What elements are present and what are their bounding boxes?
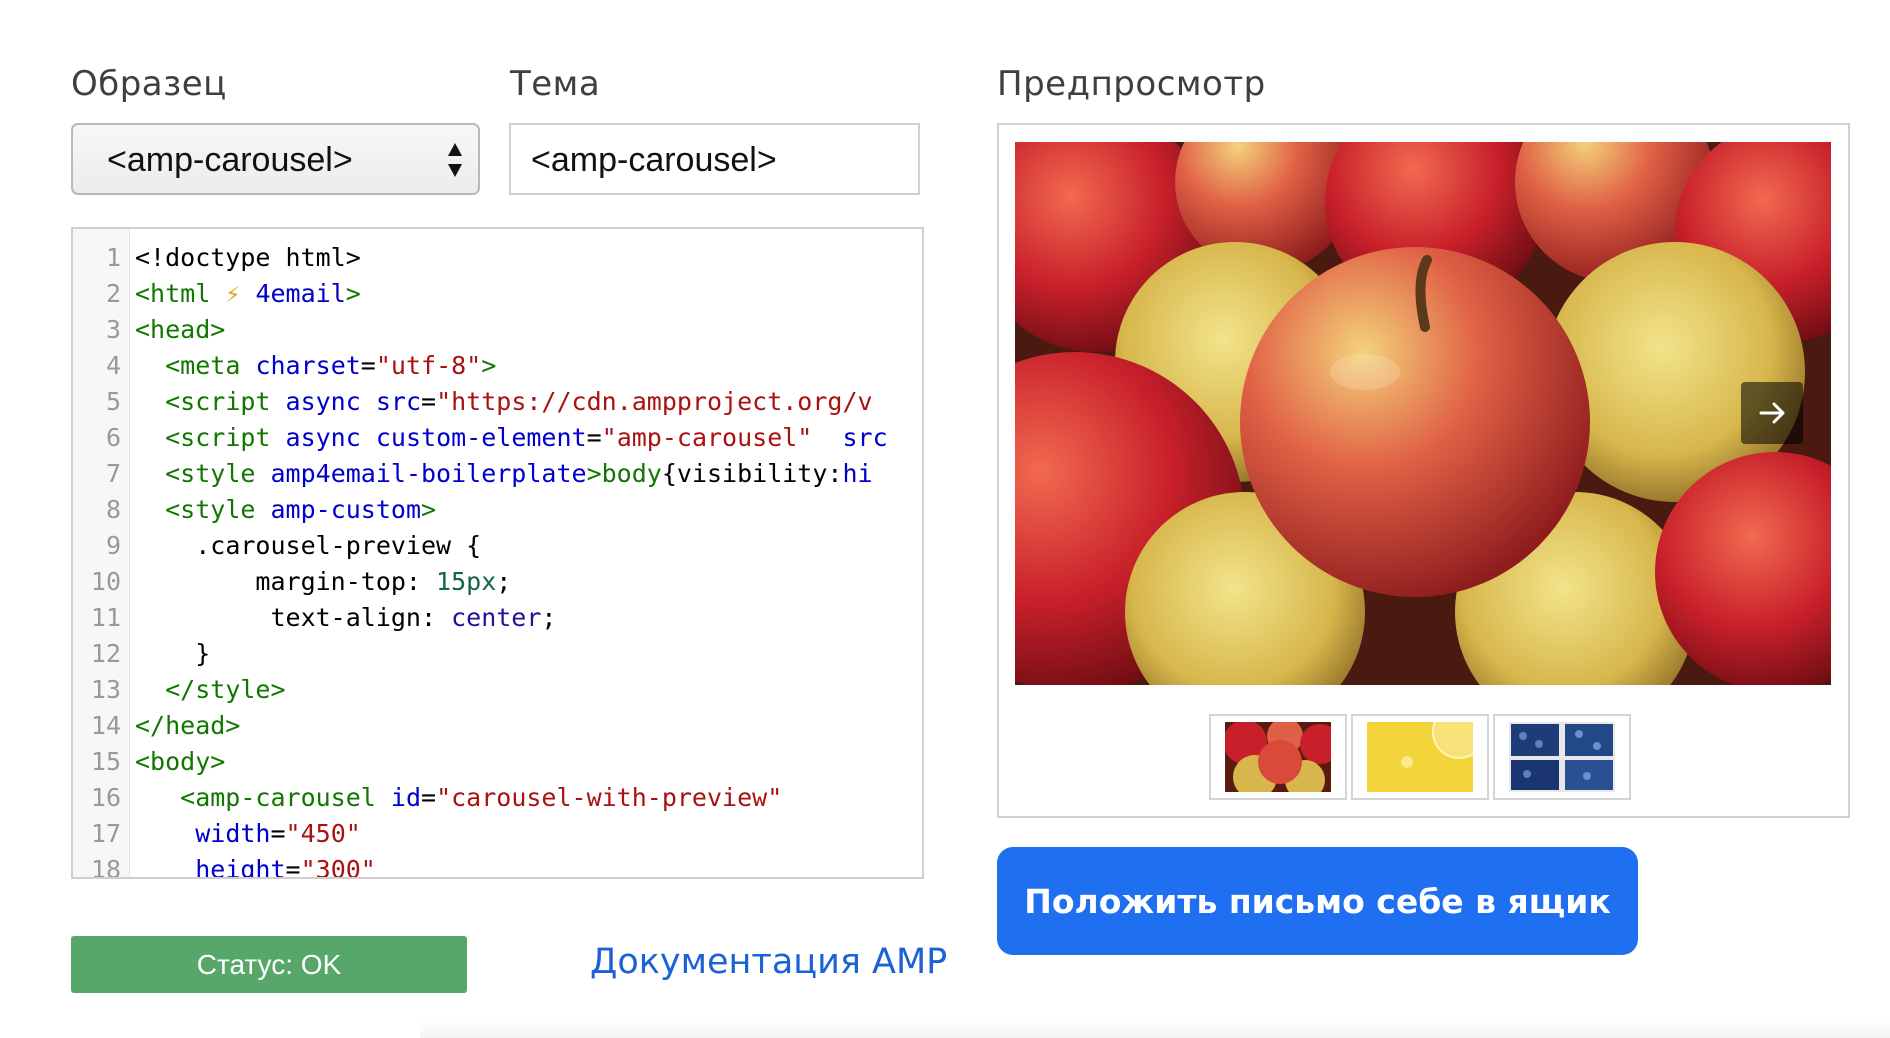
code-editor[interactable]: 1 <!doctype html> 2 <html ⚡ 4email> 3 <head…: [71, 227, 924, 879]
line-number: 2: [105, 279, 121, 308]
line-number: 17: [90, 819, 121, 848]
code-lines: 1 <!doctype html> 2 <html ⚡ 4email> 3 <head…: [73, 240, 922, 879]
code-line: 14 </head>: [73, 708, 922, 744]
line-number: 13: [90, 675, 121, 704]
carousel-next-button[interactable]: [1741, 382, 1803, 444]
line-number: 5: [105, 387, 121, 416]
subject-input[interactable]: <amp-carousel>: [509, 123, 920, 195]
send-email-button[interactable]: Положить письмо себе в ящик: [997, 847, 1638, 955]
sample-label: Образец: [71, 64, 227, 104]
select-arrows-icon: [448, 143, 462, 177]
code-line: 1 <!doctype html>: [73, 240, 922, 276]
thumbnail-blueberries[interactable]: [1493, 714, 1631, 800]
line-number: 4: [105, 351, 121, 380]
amp-documentation-link[interactable]: Документация AMP: [590, 942, 947, 982]
preview-panel: [997, 123, 1850, 818]
code-line: 15 <body>: [73, 744, 922, 780]
code-line: 4 <meta charset="utf-8">: [73, 348, 922, 384]
lightning-bolt-icon: ⚡: [225, 279, 241, 308]
status-badge: Статус: OK: [71, 936, 467, 993]
blueberries-thumbnail-image: [1509, 722, 1615, 792]
preview-label: Предпросмотр: [997, 64, 1266, 104]
code-line: 7 <style amp4email-boilerplate>body{visi…: [73, 456, 922, 492]
code-line: 9 .carousel-preview {: [73, 528, 922, 564]
line-number: 8: [105, 495, 121, 524]
line-number: 6: [105, 423, 121, 452]
line-number: 7: [105, 459, 121, 488]
code-line: 16 <amp-carousel id="carousel-with-previ…: [73, 780, 922, 816]
code-line: 8 <style amp-custom>: [73, 492, 922, 528]
line-number: 18: [90, 855, 121, 879]
code-line: 11 text-align: center;: [73, 600, 922, 636]
line-number: 14: [90, 711, 121, 740]
arrow-right-icon: [1759, 402, 1785, 424]
thumbnail-apples[interactable]: [1209, 714, 1347, 800]
code-line: 18 height="300": [73, 852, 922, 879]
line-number: 10: [90, 567, 121, 596]
line-number: 16: [90, 783, 121, 812]
code-line: 3 <head>: [73, 312, 922, 348]
code-line: 17 width="450": [73, 816, 922, 852]
code-line: 12 }: [73, 636, 922, 672]
line-number: 15: [90, 747, 121, 776]
code-line: 6 <script async custom-element="amp-caro…: [73, 420, 922, 456]
bottom-divider: [420, 1020, 1890, 1038]
lemon-water-thumbnail-image: [1367, 722, 1473, 792]
code-line: 13 </style>: [73, 672, 922, 708]
line-number: 1: [105, 243, 121, 272]
line-number: 3: [105, 315, 121, 344]
sample-select[interactable]: <amp-carousel>: [71, 123, 480, 195]
line-number: 11: [90, 603, 121, 632]
line-number: 12: [90, 639, 121, 668]
line-number: 9: [105, 531, 121, 560]
code-line: 5 <script async src="https://cdn.ampproj…: [73, 384, 922, 420]
apples-thumbnail-image: [1225, 722, 1331, 792]
thumbnail-lemon-water[interactable]: [1351, 714, 1489, 800]
code-line: 2 <html ⚡ 4email>: [73, 276, 922, 312]
subject-label: Тема: [510, 64, 601, 104]
code-line: 10 margin-top: 15px;: [73, 564, 922, 600]
apples-photo: [1015, 142, 1831, 685]
sample-select-value: <amp-carousel>: [107, 141, 353, 179]
